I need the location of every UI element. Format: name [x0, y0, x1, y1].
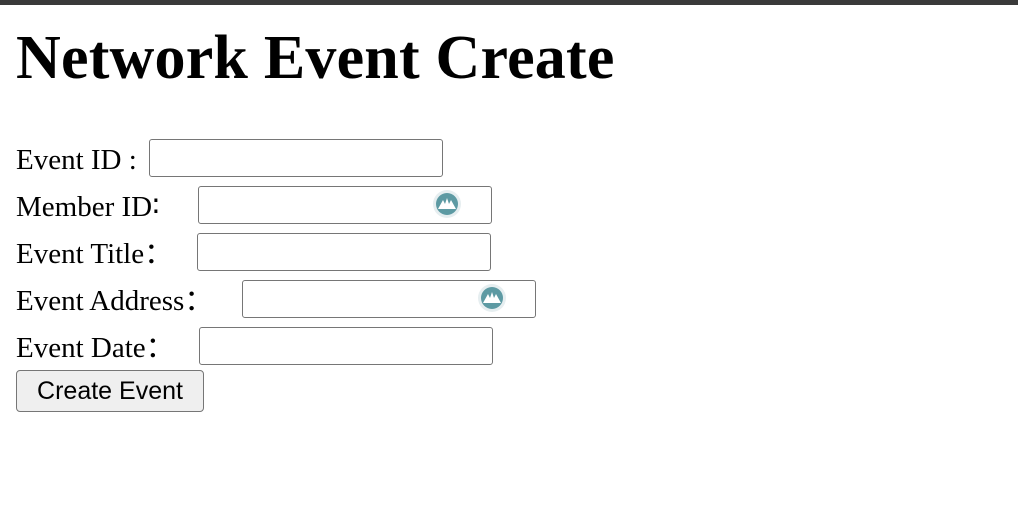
- browser-top-bar: [0, 0, 1018, 5]
- event-address-label: Event Address：: [16, 285, 214, 317]
- event-date-input[interactable]: [199, 327, 493, 365]
- page-title: Network Event Create: [16, 24, 615, 92]
- password-manager-icon[interactable]: [477, 283, 507, 313]
- member-id-label: Member ID∶: [16, 191, 160, 223]
- event-title-input[interactable]: [197, 233, 491, 271]
- create-event-button[interactable]: Create Event: [16, 370, 204, 412]
- event-id-label: Event ID :: [16, 144, 137, 176]
- event-title-label: Event Title：: [16, 238, 174, 270]
- event-date-label: Event Date：: [16, 332, 175, 364]
- password-manager-icon[interactable]: [432, 189, 462, 219]
- event-id-input[interactable]: [149, 139, 443, 177]
